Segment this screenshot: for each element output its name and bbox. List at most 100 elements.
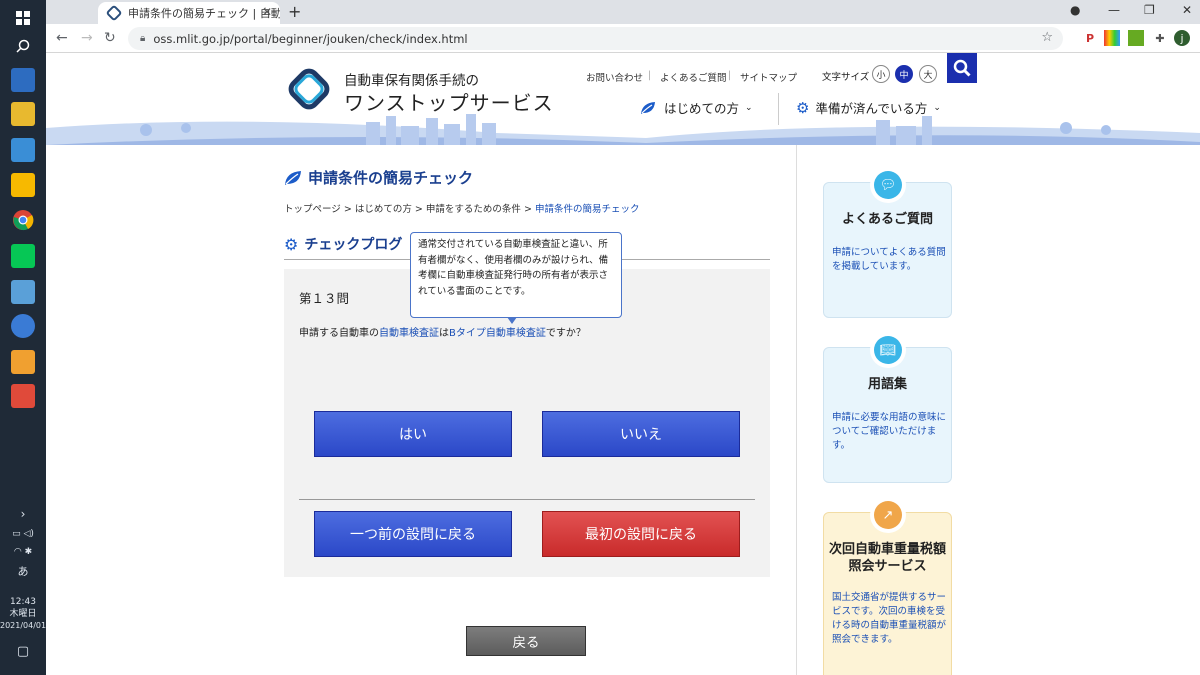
site-search-button[interactable]: [947, 53, 977, 83]
breadcrumb-beginner[interactable]: はじめての方: [355, 204, 412, 215]
contact-link[interactable]: お問い合わせ: [586, 70, 643, 84]
url-text: oss.mlit.go.jp/portal/beginner/jouken/ch…: [153, 31, 468, 46]
glossary-card[interactable]: 📖︎ 用語集 申請に必要な用語の意味についてご確認いただけます。: [823, 332, 952, 483]
gear-icon: ⚙: [284, 234, 299, 254]
section-title-text: チェックプログ: [304, 237, 403, 253]
back-arrow-icon[interactable]: ←: [56, 30, 68, 46]
address-bar-row: ← → ↻ 🔒︎ oss.mlit.go.jp/portal/beginner/…: [46, 24, 1200, 53]
menu-divider: [778, 93, 779, 125]
menu-dots-icon[interactable]: ⋮: [1196, 30, 1200, 46]
extension-color-icon[interactable]: [1104, 30, 1120, 46]
logo-subtitle[interactable]: 自動車保有関係手続の: [344, 69, 479, 89]
breadcrumb-top[interactable]: トップページ: [284, 204, 341, 215]
clock-time: 12:43: [10, 597, 36, 607]
file-explorer-icon[interactable]: [11, 102, 35, 126]
windows-start-icon[interactable]: [11, 6, 35, 30]
notification-icon[interactable]: ▢: [0, 645, 46, 658]
menu-beginner[interactable]: はじめての方 ⌄: [640, 98, 753, 117]
chevron-up-icon[interactable]: ›: [0, 508, 46, 520]
faq-link[interactable]: よくあるご質問: [660, 70, 727, 84]
bookmark-star-icon[interactable]: ☆: [1041, 30, 1053, 45]
link-separator: |: [728, 70, 732, 81]
profile-avatar[interactable]: j: [1174, 30, 1190, 46]
web-page: 自動車保有関係手続の ワンストップサービス お問い合わせ | よくあるご質問 |…: [46, 53, 1200, 675]
sitemap-link[interactable]: サイトマップ: [740, 70, 797, 84]
site-logo-icon[interactable]: [285, 65, 333, 113]
page-title: 申請条件の簡易チェック: [284, 167, 473, 188]
font-size-large-button[interactable]: 大: [919, 65, 937, 83]
external-link-icon: ↗: [874, 501, 902, 529]
tax-card[interactable]: ↗ 次回自動車重量税額照会サービス 国土交通省が提供するサービスです。次回の車検…: [823, 497, 952, 675]
extension-grid-icon[interactable]: [1128, 30, 1144, 46]
app-icon-7[interactable]: [11, 384, 35, 408]
section-title: ⚙ チェックプログ: [284, 234, 402, 254]
forward-arrow-icon[interactable]: →: [81, 30, 93, 46]
question-text: 申請する自動車の自動車検査証はBタイプ自動車検査証ですか？: [299, 324, 586, 339]
search-icon: [953, 59, 971, 77]
term-link-inspection-cert[interactable]: 自動車検査証: [379, 328, 439, 339]
menu-ready[interactable]: ⚙ 準備が済んでいる方 ⌄: [796, 98, 941, 117]
breadcrumb-sep: >: [414, 204, 423, 215]
leaf-icon: [641, 101, 655, 114]
page-title-text: 申請条件の簡易チェック: [308, 169, 474, 187]
leaf-icon: [285, 170, 301, 185]
close-tab-icon[interactable]: ✕: [262, 5, 272, 19]
app-icon-2[interactable]: [11, 138, 35, 162]
yes-button[interactable]: はい: [314, 411, 512, 457]
breadcrumb-conditions[interactable]: 申請をするための条件: [426, 204, 521, 215]
lock-icon: 🔒︎: [140, 33, 146, 44]
book-icon: 📖︎: [874, 336, 902, 364]
card-icon-wrap: ↗: [870, 497, 906, 533]
restore-button[interactable]: ❐: [1144, 3, 1155, 17]
question-text-mid: は: [439, 328, 449, 339]
clock-weekday: 木曜日: [9, 609, 37, 619]
chat-bubble-icon: 💬︎: [874, 171, 902, 199]
breadcrumb-current: 申請条件の簡易チェック: [534, 204, 640, 215]
tooltip-text: 通常交付されている自動車検査証と違い、所有者欄がなく、使用者欄のみが設けられ、備…: [418, 239, 609, 297]
card-icon-wrap: 💬︎: [870, 167, 906, 203]
search-icon[interactable]: [11, 34, 35, 58]
font-size-label: 文字サイズ: [822, 72, 870, 83]
extensions-puzzle-icon[interactable]: ✚: [1152, 30, 1168, 46]
faq-card-title: よくあるご質問: [841, 212, 933, 227]
logo-title[interactable]: ワンストップサービス: [344, 87, 554, 116]
no-button[interactable]: いいえ: [542, 411, 740, 457]
gear-icon: ⚙: [796, 98, 810, 117]
card-icon-wrap: 📖︎: [870, 332, 906, 368]
tab-search-icon[interactable]: ●: [1070, 3, 1080, 17]
app-icon-1[interactable]: [11, 68, 35, 92]
previous-question-button[interactable]: 一つ前の設問に戻る: [314, 511, 512, 557]
back-button[interactable]: 戻る: [466, 626, 586, 656]
close-window-button[interactable]: ✕: [1182, 3, 1192, 17]
app-icon-6[interactable]: [11, 350, 35, 374]
extension-p-icon[interactable]: P: [1082, 30, 1098, 46]
tray-icons-2[interactable]: ◠ ✱: [0, 546, 46, 558]
font-size-small-button[interactable]: 小: [872, 65, 890, 83]
url-field[interactable]: 🔒︎ oss.mlit.go.jp/portal/beginner/jouken…: [128, 27, 1063, 50]
site-header: 自動車保有関係手続の ワンストップサービス お問い合わせ | よくあるご質問 |…: [46, 53, 1200, 145]
font-size-medium-button[interactable]: 中: [895, 65, 913, 83]
app-icon-4[interactable]: [11, 280, 35, 304]
tax-card-title: 次回自動車重量税額照会サービス: [828, 542, 946, 574]
term-tooltip: 通常交付されている自動車検査証と違い、所有者欄がなく、使用者欄のみが設けられ、備…: [410, 232, 622, 324]
line-icon[interactable]: [11, 244, 35, 268]
faq-card[interactable]: 💬︎ よくあるご質問 申請についてよくある質問を掲載しています。: [823, 167, 952, 318]
menu-beginner-label: はじめての方: [664, 101, 740, 116]
tax-card-desc: 国土交通省が提供するサービスです。次回の車検を受ける時の自動車重量税額が照会でき…: [832, 592, 947, 645]
faq-card-desc: 申請についてよくある質問を掲載しています。: [832, 247, 946, 272]
site-favicon-icon: [105, 4, 123, 22]
question-text-pre: 申請する自動車の: [299, 328, 379, 339]
tray-icons-1[interactable]: ▭ ◁): [0, 528, 46, 540]
chrome-icon[interactable]: [11, 208, 35, 232]
tab-title: 申請条件の簡易チェック | 自動車保: [128, 7, 280, 20]
first-question-button[interactable]: 最初の設問に戻る: [542, 511, 740, 557]
new-tab-button[interactable]: +: [288, 2, 301, 21]
taskbar: › ▭ ◁) ◠ ✱ あ 12:43 木曜日 2021/04/01 ▢: [0, 0, 46, 675]
app-icon-5[interactable]: [11, 314, 35, 338]
term-link-btype-cert[interactable]: Bタイプ自動車検査証: [449, 328, 546, 339]
reload-icon[interactable]: ↻: [104, 30, 116, 46]
minimize-button[interactable]: —: [1108, 3, 1120, 17]
ime-indicator[interactable]: あ: [0, 566, 46, 578]
app-icon-3[interactable]: [11, 173, 35, 197]
browser-tab[interactable]: 申請条件の簡易チェック | 自動車保 ✕: [98, 2, 280, 24]
